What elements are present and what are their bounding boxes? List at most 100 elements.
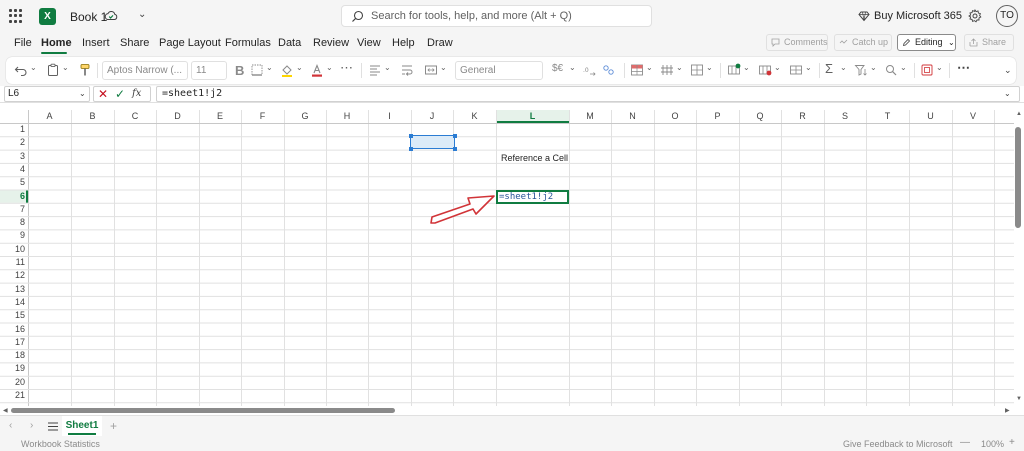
tab-view[interactable]: View	[357, 37, 381, 49]
tab-insert[interactable]: Insert	[82, 37, 110, 49]
chevron-down-icon[interactable]: ⌄	[266, 63, 273, 72]
reference-handle[interactable]	[453, 134, 457, 138]
scroll-up-icon[interactable]: ▲	[1016, 111, 1022, 117]
column-header-v[interactable]: V	[952, 110, 994, 123]
chevron-down-icon[interactable]: ⌄	[840, 63, 847, 72]
merge-cells-icon[interactable]	[424, 63, 438, 77]
row-header-21[interactable]: 21	[0, 389, 28, 402]
add-sheet-button[interactable]: +	[110, 419, 117, 433]
column-header-p[interactable]: P	[696, 110, 739, 123]
give-feedback-link[interactable]: Give Feedback to Microsoft	[843, 439, 953, 449]
vertical-scroll-thumb[interactable]	[1015, 127, 1021, 228]
expand-formula-chevron-icon[interactable]: ⌄	[1004, 89, 1011, 98]
number-format-dropdown[interactable]: General	[455, 61, 543, 80]
column-header-u[interactable]: U	[909, 110, 952, 123]
column-header-s[interactable]: S	[824, 110, 866, 123]
row-header-2[interactable]: 2	[0, 136, 28, 149]
find-icon[interactable]	[884, 63, 898, 77]
buy-microsoft-365-button[interactable]: Buy Microsoft 365	[874, 10, 962, 22]
workbook-statistics-button[interactable]: Workbook Statistics	[21, 439, 100, 449]
row-header-5[interactable]: 5	[0, 176, 28, 189]
zoom-in-button[interactable]: +	[1009, 437, 1015, 448]
document-title[interactable]: Book 1	[70, 10, 107, 24]
insert-cells-icon[interactable]	[727, 63, 741, 77]
row-header-15[interactable]: 15	[0, 309, 28, 322]
format-as-table-icon[interactable]	[660, 63, 674, 77]
tab-share[interactable]: Share	[120, 37, 149, 49]
column-header-g[interactable]: G	[284, 110, 326, 123]
row-header-18[interactable]: 18	[0, 349, 28, 362]
column-header-t[interactable]: T	[866, 110, 909, 123]
chevron-down-icon[interactable]: ⌄	[79, 89, 86, 98]
column-header-f[interactable]: F	[241, 110, 284, 123]
column-header-o[interactable]: O	[654, 110, 696, 123]
row-header-20[interactable]: 20	[0, 376, 28, 389]
paste-icon[interactable]	[46, 63, 60, 77]
chevron-down-icon[interactable]: ⌄	[30, 63, 37, 72]
row-header-10[interactable]: 10	[0, 243, 28, 256]
previous-sheet-icon[interactable]: ‹	[9, 420, 12, 431]
chevron-down-icon[interactable]: ⌄	[936, 63, 943, 72]
column-header-e[interactable]: E	[199, 110, 241, 123]
chevron-down-icon[interactable]: ⌄	[138, 9, 146, 20]
chevron-down-icon[interactable]: ⌄	[870, 63, 877, 72]
expand-ribbon-chevron-icon[interactable]: ⌄	[1004, 65, 1012, 76]
search-box[interactable]: Search for tools, help, and more (Alt + …	[341, 5, 652, 27]
chevron-down-icon[interactable]: ⌄	[743, 63, 750, 72]
insert-function-button[interactable]: fx	[132, 87, 141, 101]
column-header-h[interactable]: H	[326, 110, 368, 123]
cell-styles-icon[interactable]	[690, 63, 704, 77]
share-button[interactable]: Share	[964, 34, 1014, 51]
align-icon[interactable]	[368, 63, 382, 77]
wrap-text-icon[interactable]	[400, 63, 414, 77]
active-cell-editor[interactable]: =sheet1!j2	[496, 190, 569, 204]
font-size-dropdown[interactable]: 11	[191, 61, 227, 80]
add-ins-icon[interactable]	[920, 63, 934, 77]
row-header-14[interactable]: 14	[0, 296, 28, 309]
spreadsheet-grid[interactable]: ABCDEFGHIJKLMNOPQRSTUV 1 2 3 4 5 6 7 8 9 10 11 12 13…	[0, 110, 1024, 406]
row-header-19[interactable]: 19	[0, 362, 28, 375]
tab-help[interactable]: Help	[392, 37, 415, 49]
next-sheet-icon[interactable]: ›	[30, 420, 33, 431]
row-header-16[interactable]: 16	[0, 323, 28, 336]
column-header-j[interactable]: J	[411, 110, 453, 123]
bold-button[interactable]: B	[235, 63, 244, 78]
row-header-9[interactable]: 9	[0, 229, 28, 242]
row-header-4[interactable]: 4	[0, 163, 28, 176]
tab-formulas[interactable]: Formulas	[225, 37, 271, 49]
chevron-down-icon[interactable]: ⌄	[384, 63, 391, 72]
avatar[interactable]: TO	[996, 5, 1018, 27]
chevron-down-icon[interactable]: ⌄	[646, 63, 653, 72]
zoom-level[interactable]: 100%	[981, 439, 1004, 449]
all-sheets-menu-icon[interactable]	[48, 422, 58, 431]
chevron-down-icon[interactable]: ⌄	[706, 63, 713, 72]
chevron-down-icon[interactable]: ⌄	[569, 63, 576, 72]
column-header-m[interactable]: M	[569, 110, 611, 123]
editing-mode-button[interactable]: Editing ⌄	[897, 34, 956, 51]
currency-format-button[interactable]: $€	[552, 63, 563, 74]
column-header-c[interactable]: C	[114, 110, 156, 123]
catch-up-button[interactable]: Catch up	[834, 34, 892, 51]
chevron-down-icon[interactable]: ⌄	[774, 63, 781, 72]
row-header-11[interactable]: 11	[0, 256, 28, 269]
chevron-down-icon[interactable]: ⌄	[900, 63, 907, 72]
column-header-n[interactable]: N	[611, 110, 654, 123]
font-name-dropdown[interactable]: Aptos Narrow (...	[102, 61, 188, 80]
enter-formula-icon[interactable]: ✓	[115, 87, 125, 101]
tab-review[interactable]: Review	[313, 37, 349, 49]
tab-file[interactable]: File	[14, 37, 32, 49]
chevron-down-icon[interactable]: ⌄	[805, 63, 812, 72]
row-header-3[interactable]: 3	[0, 150, 28, 163]
formula-input[interactable]: =sheet1!j2	[156, 86, 1020, 102]
row-header-8[interactable]: 8	[0, 216, 28, 229]
decrease-decimal-icon[interactable]	[602, 63, 616, 77]
tab-data[interactable]: Data	[278, 37, 301, 49]
increase-decimal-icon[interactable]: .0	[582, 63, 596, 77]
column-header-q[interactable]: Q	[739, 110, 781, 123]
column-header-r[interactable]: R	[781, 110, 824, 123]
font-color-icon[interactable]	[310, 63, 324, 77]
tab-draw[interactable]: Draw	[427, 37, 453, 49]
row-header-17[interactable]: 17	[0, 336, 28, 349]
conditional-format-icon[interactable]	[630, 63, 644, 77]
format-painter-icon[interactable]	[78, 63, 92, 77]
